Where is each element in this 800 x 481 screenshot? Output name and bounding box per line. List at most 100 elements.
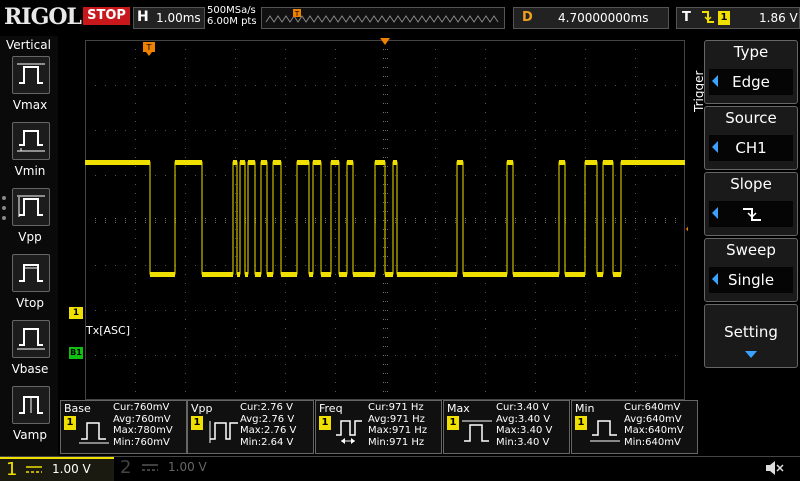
sample-rate: 500MSa/s	[207, 5, 256, 16]
trigger-sweep-button[interactable]: Sweep Single	[704, 238, 798, 302]
trigger-label: T	[682, 10, 691, 25]
horizontal-timebase[interactable]: H 1.00ms	[133, 7, 205, 29]
horizontal-center-marker-icon	[380, 38, 390, 45]
low-level-segment	[613, 272, 621, 277]
low-level-segment	[565, 272, 585, 277]
measurement-cur: Cur:640mV	[624, 402, 681, 413]
measurement-name: Min	[575, 402, 595, 415]
high-level-segment	[297, 160, 309, 165]
vmax-icon	[17, 63, 45, 84]
vpp-label: Vpp	[18, 230, 42, 244]
measurement-max: Max:971 Hz	[368, 425, 428, 436]
trigger-type-label: Type	[733, 43, 769, 61]
delay-value: 4.70000000ms	[558, 11, 649, 25]
low-level-segment	[255, 272, 261, 277]
max-measure-icon	[462, 420, 492, 442]
measurement-avg: Avg:2.76 V	[240, 413, 295, 425]
freq-measure-icon	[336, 420, 362, 444]
high-level-segment	[248, 160, 255, 165]
ch1-scale: 1.00 V	[52, 462, 91, 476]
trigger-source-value: CH1	[735, 139, 767, 157]
vbase-label: Vbase	[11, 362, 49, 376]
trigger-status[interactable]: T 1 1.86 V	[676, 7, 800, 29]
vamp-button[interactable]	[12, 386, 50, 424]
measurement-avg: Avg:971 Hz	[368, 413, 425, 425]
measurement-cur: Cur:2.76 V	[240, 402, 293, 413]
vmax-label: Vmax	[12, 98, 48, 112]
low-level-segment	[385, 272, 393, 277]
vmin-button[interactable]	[12, 122, 50, 160]
ch1-status[interactable]: 1 1.00 V	[0, 457, 114, 481]
high-level-segment	[233, 160, 237, 165]
falling-edge-icon	[701, 10, 715, 28]
vtop-button[interactable]	[12, 254, 50, 292]
vpp-measure-icon	[209, 421, 238, 443]
ch1-offset-marker[interactable]: 1	[69, 307, 83, 319]
trigger-source-badge: 1	[718, 11, 730, 25]
trigger-source-button[interactable]: Source CH1	[704, 106, 798, 170]
decode-label: Tx[ASC]	[86, 324, 130, 337]
measurement-max[interactable]: Max 1 Cur:3.40 V Avg:3.40 V Max:3.40 V M…	[443, 400, 570, 454]
svg-text:T: T	[294, 10, 300, 18]
measurement-min: Min:760mV	[113, 436, 170, 448]
low-level-segment	[397, 272, 457, 277]
trigger-sweep-value: Single	[727, 271, 775, 289]
vtop-label: Vtop	[16, 296, 44, 310]
high-level-segment	[313, 160, 321, 165]
horizontal-delay[interactable]: D 4.70000000ms	[513, 7, 669, 29]
waveform-display[interactable]	[85, 40, 685, 400]
high-level-segment	[347, 160, 353, 165]
measurement-min: Min:3.40 V	[496, 436, 550, 448]
low-level-segment	[597, 272, 603, 277]
high-level-segment	[507, 160, 513, 165]
trigger-slope-button[interactable]: Slope	[704, 172, 798, 236]
vpp-button[interactable]	[12, 188, 50, 226]
ch2-scale: 1.00 V	[168, 460, 207, 474]
low-level-segment	[353, 272, 375, 277]
base-measure-icon	[79, 422, 109, 444]
measurement-cur: Cur:760mV	[113, 402, 170, 413]
memory-position-bar[interactable]: T	[261, 7, 505, 29]
measurement-max: Max:2.76 V	[240, 425, 297, 436]
high-level-segment	[85, 160, 150, 165]
measurement-vpp[interactable]: Vpp 1 Cur:2.76 V Avg:2.76 V Max:2.76 V M…	[187, 400, 314, 454]
high-level-segment	[457, 160, 463, 165]
high-level-segment	[559, 160, 565, 165]
low-level-segment	[237, 272, 240, 277]
trigger-setting-label: Setting	[724, 323, 778, 341]
measurement-avg: Avg:760mV	[113, 413, 171, 425]
trigger-type-value: Edge	[732, 73, 770, 91]
falling-edge-icon	[743, 208, 761, 221]
trigger-level: 1.86 V	[759, 11, 798, 25]
trigger-setting-button[interactable]: Setting	[704, 304, 798, 368]
bus1-marker[interactable]: B1	[69, 347, 83, 359]
vmin-label: Vmin	[14, 164, 46, 178]
vmax-button[interactable]	[12, 56, 50, 94]
left-arrow-icon	[712, 207, 718, 219]
measurement-source-badge: 1	[319, 416, 331, 430]
vmin-icon	[17, 130, 45, 152]
trigger-type-button[interactable]: Type Edge	[704, 40, 798, 104]
high-level-segment	[393, 160, 397, 165]
measurement-base[interactable]: Base 1 Cur:760mV Avg:760mV Max:780mV Min…	[60, 400, 187, 454]
measurement-min[interactable]: Min 1 Cur:640mV Avg:640mV Max:640mV Min:…	[571, 400, 698, 454]
run-stop-status[interactable]: STOP	[83, 7, 130, 25]
measurement-max: Max:3.40 V	[496, 425, 553, 436]
measurement-name: Freq	[319, 402, 343, 415]
vbase-button[interactable]	[12, 320, 50, 358]
measurement-source-badge: 1	[64, 416, 76, 430]
high-level-segment	[240, 160, 245, 165]
low-level-segment	[309, 272, 313, 277]
low-level-segment	[150, 272, 175, 277]
measurement-freq[interactable]: Freq 1 Cur:971 Hz Avg:971 Hz Max:971 Hz …	[315, 400, 442, 454]
svg-text:T: T	[146, 43, 152, 52]
high-level-segment	[261, 160, 267, 165]
vamp-icon	[19, 396, 43, 414]
low-level-segment	[202, 272, 233, 277]
measurement-source-badge: 1	[575, 416, 587, 430]
low-level-segment	[513, 272, 559, 277]
speaker-muted-icon[interactable]	[764, 460, 784, 476]
ch2-status[interactable]: 2 1.00 V	[116, 457, 226, 479]
acquisition-info: 500MSa/s 6.00M pts	[207, 5, 257, 27]
page-dots	[2, 196, 6, 226]
